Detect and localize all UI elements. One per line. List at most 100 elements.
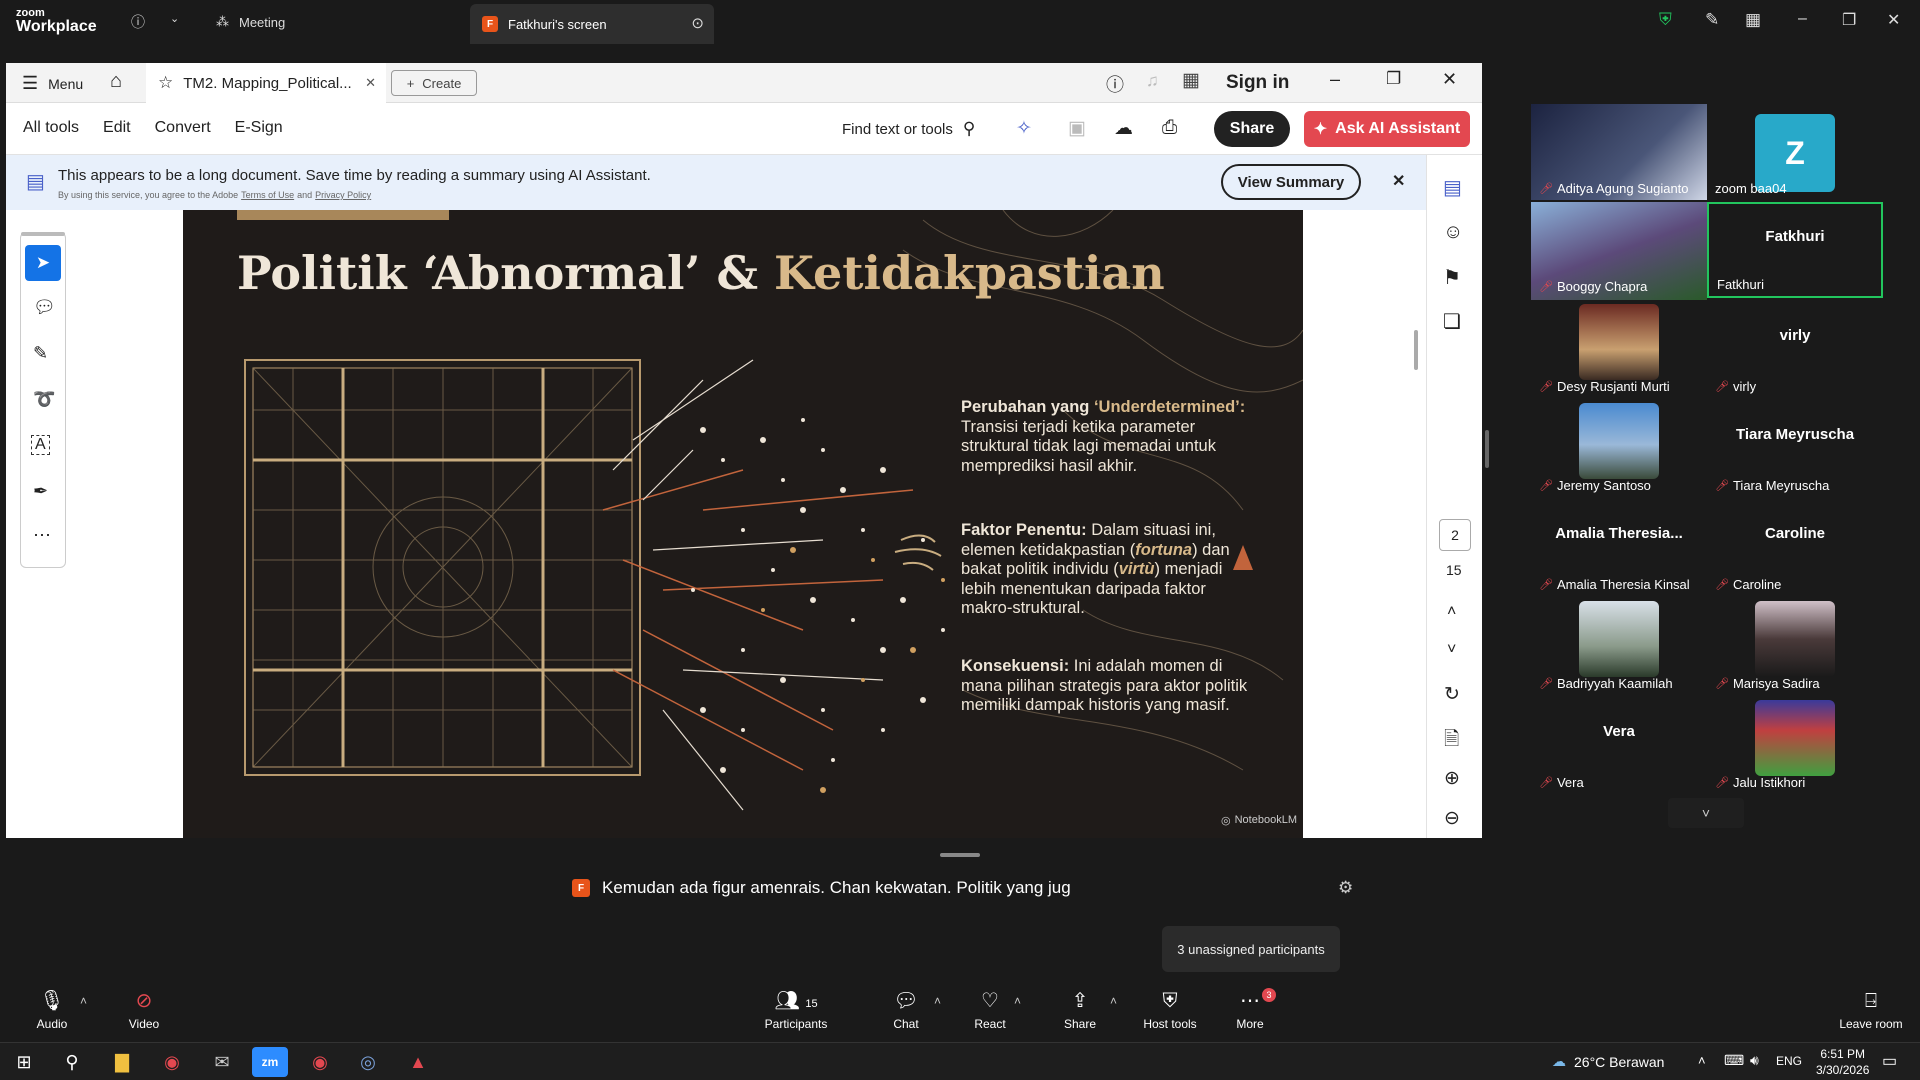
apps-grid-icon[interactable]: ▦ — [1182, 69, 1200, 92]
rail-handle[interactable] — [21, 232, 65, 236]
tool-esign[interactable]: E-Sign — [235, 119, 283, 137]
sign-in-link[interactable]: Sign in — [1226, 72, 1289, 94]
restore-icon[interactable]: ❐ — [1842, 10, 1856, 30]
notifications-icon[interactable]: ▭ — [1882, 1051, 1897, 1071]
react-options-icon[interactable]: ˄ — [1014, 994, 1021, 1008]
more-options-icon[interactable]: ⊙ — [691, 14, 704, 32]
video-tile-10[interactable]: Caroline 🎤︎ Caroline — [1707, 500, 1883, 596]
audio-options-icon[interactable]: ˄ — [80, 994, 87, 1008]
react-button[interactable]: ♡ React — [950, 980, 1030, 1042]
video-tile-9[interactable]: Amalia Theresia... 🎤︎ Amalia Theresia Kin… — [1531, 500, 1707, 596]
windows-start-icon[interactable]: ⊞ — [6, 1047, 42, 1077]
camera-app-icon[interactable]: ◎ — [350, 1047, 386, 1077]
ask-ai-button[interactable]: ✦ Ask AI Assistant — [1304, 111, 1470, 147]
split-handle[interactable] — [1485, 430, 1489, 468]
video-tile-4-active[interactable]: Fatkhuri Fatkhuri — [1707, 202, 1883, 298]
menu-button[interactable]: ☰ Menu — [22, 73, 83, 94]
upload-cloud-icon[interactable]: ☁ — [1114, 117, 1133, 140]
leave-room-button[interactable]: ⍈ Leave room — [1826, 980, 1916, 1042]
previous-page-icon[interactable]: ˄ — [1447, 603, 1456, 621]
network-icon[interactable]: ⌨ — [1724, 1052, 1744, 1069]
tab-meeting[interactable]: ⁂ Meeting — [216, 0, 466, 44]
next-page-icon[interactable]: ˅ — [1447, 641, 1456, 659]
acrobat-close-icon[interactable]: ✕ — [1442, 69, 1457, 90]
video-tile-14[interactable]: 🎤︎ Jalu Istikhori — [1707, 698, 1883, 794]
host-tools-button[interactable]: ⛨ Host tools — [1128, 980, 1212, 1042]
help-icon[interactable]: ⓘ — [1106, 71, 1124, 97]
tool-all-tools[interactable]: All tools — [23, 119, 79, 137]
video-tile-3[interactable]: 🎤︎ Booggy Chapra — [1531, 202, 1707, 300]
bell-icon[interactable]: ♫ — [1146, 71, 1159, 91]
sign-pen-icon[interactable]: ✒ — [33, 481, 48, 502]
clock[interactable]: 6:51 PM 3/30/2026 — [1816, 1046, 1869, 1078]
more-tools-icon[interactable]: ⋯ — [33, 525, 51, 546]
bookmarks-icon[interactable]: ⚑ — [1443, 265, 1461, 290]
language-indicator[interactable]: ENG — [1776, 1054, 1802, 1068]
extract-page-icon[interactable]: 🗎︎ — [1444, 725, 1459, 757]
gallery-next-page-icon[interactable]: ˅ — [1668, 798, 1744, 828]
weather-widget[interactable]: ☁ 26°C Berawan — [1552, 1053, 1664, 1070]
create-button[interactable]: + Create — [391, 70, 477, 96]
tool-edit[interactable]: Edit — [103, 119, 131, 137]
doc-tab[interactable]: ☆ TM2. Mapping_Political... ✕ — [146, 63, 386, 103]
document-scrollbar[interactable] — [1414, 330, 1418, 370]
home-icon[interactable]: ⌂ — [110, 70, 122, 93]
file-explorer-icon[interactable]: ▇ — [104, 1047, 140, 1077]
ai-panel-icon[interactable]: ▤ — [1443, 175, 1462, 200]
video-button[interactable]: ⊘ Video — [104, 980, 184, 1042]
chat-button[interactable]: 💬︎ Chat — [866, 980, 946, 1042]
tray-chevron-icon[interactable]: ˄ — [1698, 1053, 1706, 1068]
video-tile-5[interactable]: 🎤︎ Desy Rusjanti Murti — [1531, 302, 1707, 398]
app-icon[interactable]: ✉ — [204, 1047, 240, 1077]
more-button[interactable]: ⋯ More — [1210, 980, 1290, 1042]
share-button[interactable]: Share — [1214, 111, 1290, 147]
video-tile-2[interactable]: Z zoom baa04 — [1707, 104, 1883, 200]
video-tile-13[interactable]: Vera 🎤︎ Vera — [1531, 698, 1707, 794]
acrobat-restore-icon[interactable]: ❐ — [1386, 69, 1401, 89]
text-box-icon[interactable]: A — [31, 435, 50, 455]
chrome-profile-icon[interactable]: ◉ — [302, 1047, 338, 1077]
video-tile-1[interactable]: 🎤︎ Aditya Agung Sugianto — [1531, 104, 1707, 200]
layout-icon[interactable]: ▦ — [1745, 10, 1761, 30]
search-icon[interactable]: ⚲ — [54, 1047, 90, 1077]
zoom-in-icon[interactable]: ⊕ — [1444, 767, 1460, 790]
dismiss-banner-icon[interactable]: ✕ — [1392, 171, 1405, 191]
minimize-icon[interactable]: – — [1798, 10, 1807, 28]
view-summary-button[interactable]: View Summary — [1221, 164, 1361, 200]
close-icon[interactable]: ✕ — [1887, 10, 1900, 30]
video-tile-8[interactable]: Tiara Meyruscha 🎤︎ Tiara Meyruscha — [1707, 401, 1883, 497]
zoom-out-icon[interactable]: ⊖ — [1444, 807, 1460, 830]
tool-convert[interactable]: Convert — [155, 119, 211, 137]
chrome-icon[interactable]: ◉ — [154, 1047, 190, 1077]
draw-lasso-icon[interactable]: ➰ — [33, 389, 55, 410]
chat-options-icon[interactable]: ˄ — [934, 994, 941, 1008]
volume-icon[interactable]: 🔊︎ — [1750, 1052, 1759, 1069]
terms-link[interactable]: Terms of Use — [241, 190, 294, 200]
rotate-icon[interactable]: ↻ — [1444, 683, 1460, 706]
video-tile-6[interactable]: virly 🎤︎ virly — [1707, 302, 1883, 398]
ai-sparkle-icon[interactable]: ✧ — [1016, 117, 1032, 140]
shield-check-icon[interactable]: ⛨ — [1659, 10, 1672, 30]
video-tile-12[interactable]: 🎤︎ Marisya Sadira — [1707, 599, 1883, 695]
participants-button[interactable]: 👥︎ 15 Participants — [756, 980, 836, 1042]
close-tab-icon[interactable]: ✕ — [365, 75, 376, 91]
caption-settings-icon[interactable]: ⚙ — [1338, 878, 1353, 898]
info-icon[interactable]: ⓘ — [131, 12, 145, 32]
chevron-down-icon[interactable]: ⌄ — [170, 12, 179, 25]
zoom-app-icon[interactable]: zm — [252, 1047, 288, 1077]
drag-handle[interactable] — [940, 853, 980, 857]
highlight-pen-icon[interactable]: ✎ — [33, 343, 48, 364]
page-number-input[interactable]: 2 — [1439, 519, 1471, 551]
find-tools[interactable]: Find text or tools ⚲ — [842, 119, 975, 139]
privacy-link[interactable]: Privacy Policy — [315, 190, 371, 200]
select-cursor-icon[interactable]: ➤ — [25, 245, 61, 281]
share-options-icon[interactable]: ˄ — [1110, 994, 1117, 1008]
star-icon[interactable]: ☆ — [158, 73, 173, 93]
acrobat-app-icon[interactable]: ▲ — [400, 1047, 436, 1077]
comment-icon[interactable]: 💬︎ — [33, 297, 56, 318]
video-tile-7[interactable]: 🎤︎ Jeremy Santoso — [1531, 401, 1707, 497]
save-icon[interactable]: ▣ — [1068, 117, 1086, 140]
audio-button[interactable]: 🎙︎ Audio — [12, 980, 92, 1042]
share-screen-button[interactable]: ⇪ Share — [1040, 980, 1120, 1042]
acrobat-minimize-icon[interactable]: – — [1330, 69, 1340, 90]
